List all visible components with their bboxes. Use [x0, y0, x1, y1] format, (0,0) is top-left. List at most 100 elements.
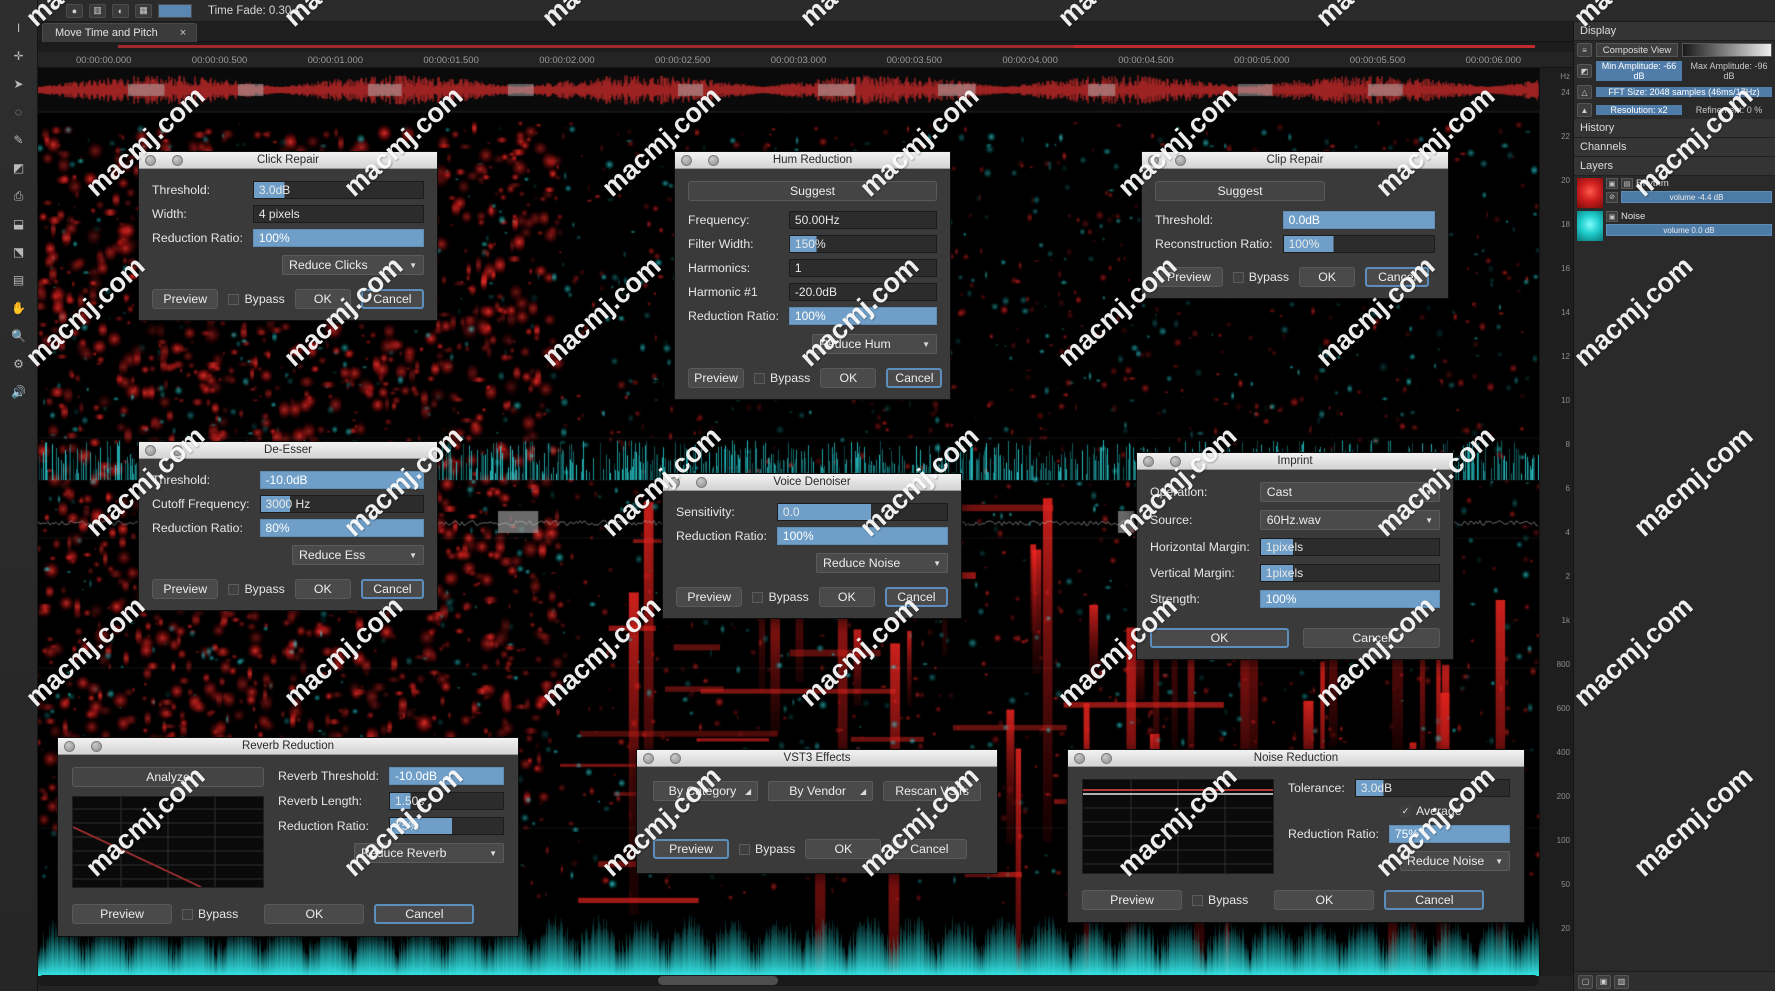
bypass-checkbox[interactable]: Bypass [752, 590, 809, 604]
record-icon[interactable]: ● [66, 3, 83, 18]
layer-volume[interactable]: volume 0.0 dB [1606, 224, 1772, 236]
ok-button[interactable]: OK [1150, 628, 1289, 648]
preview-button[interactable]: Preview [653, 839, 729, 859]
cancel-button[interactable]: Cancel [891, 839, 968, 859]
close-icon[interactable] [1148, 154, 1159, 166]
dialog-click-repair[interactable]: Click Repair Threshold: 3.0dB Width: 4 p… [138, 151, 438, 321]
reduction-ratio-field[interactable]: 80% [259, 519, 424, 537]
close-icon[interactable] [1074, 752, 1085, 764]
threshold-field[interactable]: 3.0dB [252, 181, 424, 199]
suggest-button[interactable]: Suggest [688, 181, 937, 201]
amplitude-icon[interactable]: ◩ [1577, 64, 1592, 78]
ok-button[interactable]: OK [818, 587, 875, 607]
color-swatch[interactable] [158, 3, 192, 18]
duplicate-layer-icon[interactable]: ▣ [1596, 974, 1611, 989]
bypass-checkbox[interactable]: Bypass [739, 842, 795, 856]
ok-button[interactable]: OK [294, 289, 351, 309]
ok-button[interactable]: OK [805, 839, 882, 859]
dialog-titlebar[interactable]: Clip Repair [1142, 152, 1448, 169]
preview-button[interactable]: Preview [72, 904, 172, 924]
horizontal-scrollbar[interactable] [38, 975, 1539, 986]
cancel-button[interactable]: Cancel [884, 587, 948, 607]
reduction-ratio-field[interactable]: 75% [388, 817, 504, 835]
preview-button[interactable]: Preview [676, 587, 743, 607]
harmonic-1-field[interactable]: -20.0dB [788, 283, 937, 301]
rescan-vsts-button[interactable]: Rescan VSTs [883, 781, 981, 801]
eraser-tool-icon[interactable]: ◩ [8, 158, 30, 177]
strength-field[interactable]: 100% [1259, 590, 1440, 608]
dialog-titlebar[interactable]: Voice Denoiser [663, 474, 961, 491]
close-icon[interactable] [669, 476, 680, 488]
move-tool-icon[interactable]: ✛ [8, 46, 30, 65]
layer-visibility-icon[interactable]: ▣ [1606, 211, 1618, 222]
horizontal-margin-field[interactable]: 1pixels [1259, 538, 1440, 556]
preview-button[interactable]: Preview [1082, 890, 1182, 910]
cancel-button[interactable]: Cancel [1365, 267, 1430, 287]
colormap-gradient[interactable] [1682, 43, 1772, 57]
max-amplitude-value[interactable]: Max Amplitude: -96 dB [1686, 61, 1772, 81]
checkbox-icon[interactable] [739, 843, 750, 855]
dialog-titlebar[interactable]: Hum Reduction [675, 152, 950, 169]
film-icon[interactable]: ▥ [89, 3, 106, 18]
fill-tool-icon[interactable]: ⬔ [8, 242, 30, 261]
by-vendor-select[interactable]: By Vendor ◢ [768, 781, 874, 801]
minimize-icon[interactable] [708, 154, 719, 166]
time-ruler[interactable]: 00:00:00.000 00:00:00.500 00:00:01.000 00:0… [38, 52, 1775, 68]
cancel-button[interactable]: Cancel [1303, 628, 1440, 648]
vertical-margin-field[interactable]: 1pixels [1259, 564, 1440, 582]
minimize-icon[interactable] [172, 444, 183, 456]
harmonics-field[interactable]: 1 [788, 259, 937, 277]
preview-button[interactable]: Preview [152, 579, 219, 599]
tab-move-time-and-pitch[interactable]: Move Time and Pitch × [42, 23, 198, 42]
ok-button[interactable]: OK [1274, 890, 1375, 910]
arrow-tool-icon[interactable]: ➤ [8, 74, 30, 93]
channels-section-header[interactable]: Channels [1574, 138, 1775, 157]
speaker-icon[interactable]: 🔊 [8, 382, 30, 401]
settings-tool-icon[interactable]: ⚙ [8, 354, 30, 373]
bypass-checkbox[interactable]: Bypass [1192, 893, 1248, 907]
minimize-icon[interactable] [696, 476, 707, 488]
layer-mute-icon[interactable]: ⊘ [1606, 191, 1618, 203]
frequency-field[interactable]: 50.00Hz [788, 211, 937, 229]
dialog-titlebar[interactable]: VST3 Effects [637, 750, 997, 767]
ok-button[interactable]: OK [264, 904, 365, 924]
gradient-tool-icon[interactable]: ▤ [8, 270, 30, 289]
dialog-voice-denoiser[interactable]: Voice Denoiser Sensitivity: 0.0 Reductio… [662, 473, 962, 619]
close-icon[interactable] [1143, 455, 1154, 467]
analyze-button[interactable]: Analyze [72, 767, 264, 787]
minimize-icon[interactable] [670, 752, 681, 764]
checkbox-icon[interactable] [1192, 894, 1203, 906]
layer-solo-icon[interactable]: ▤ [1621, 178, 1633, 189]
pan-tool-icon[interactable]: ✋ [8, 298, 30, 317]
layers-section-header[interactable]: Layers [1574, 157, 1775, 176]
dialog-clip-repair[interactable]: Clip Repair Suggest Threshold: 0.0dB Rec… [1141, 151, 1449, 299]
checkbox-icon[interactable] [228, 293, 240, 305]
tolerance-field[interactable]: 3.0dB [1354, 779, 1510, 797]
bypass-checkbox[interactable]: Bypass [228, 292, 285, 306]
text-cursor-icon[interactable]: I [8, 18, 30, 37]
reverb-length-field[interactable]: 1.50s [388, 792, 504, 810]
dialog-titlebar[interactable]: Noise Reduction [1068, 750, 1524, 767]
cancel-button[interactable]: Cancel [1384, 890, 1485, 910]
dialog-titlebar[interactable]: Click Repair [139, 152, 437, 169]
fft-size-value[interactable]: FFT Size: 2048 samples (46ms/17Hz) [1596, 87, 1772, 97]
checkbox-icon[interactable]: ✓ [1400, 805, 1411, 817]
composite-view-select[interactable]: Composite View [1596, 43, 1678, 57]
checkbox-icon[interactable] [228, 583, 240, 595]
dialog-de-esser[interactable]: De-Esser Threshold: -10.0dB Cutoff Frequ… [138, 441, 438, 611]
zoom-tool-icon[interactable]: 🔍 [8, 326, 30, 345]
mode-select[interactable]: Reduce Hum ▼ [812, 334, 937, 354]
preview-button[interactable]: Preview [152, 289, 219, 309]
dialog-hum-reduction[interactable]: Hum Reduction Suggest Frequency: 50.00Hz… [674, 151, 951, 400]
threshold-field[interactable]: -10.0dB [259, 471, 424, 489]
layer-volume[interactable]: volume -4.4 dB [1621, 191, 1772, 203]
sensitivity-field[interactable]: 0.0 [776, 503, 948, 521]
dialog-vst3-effects[interactable]: VST3 Effects By Category ◢ By Vendor ◢ R… [636, 749, 998, 874]
mode-select[interactable]: Reduce Ess ▼ [292, 545, 424, 565]
dialog-reverb-reduction[interactable]: Reverb Reduction Analyze Reverb Threshol… [57, 737, 519, 937]
ok-button[interactable]: OK [294, 579, 351, 599]
mode-select[interactable]: Reduce Reverb ▼ [354, 843, 504, 863]
ok-button[interactable]: OK [820, 368, 877, 388]
cancel-button[interactable]: Cancel [886, 368, 943, 388]
minimize-icon[interactable] [1170, 455, 1181, 467]
